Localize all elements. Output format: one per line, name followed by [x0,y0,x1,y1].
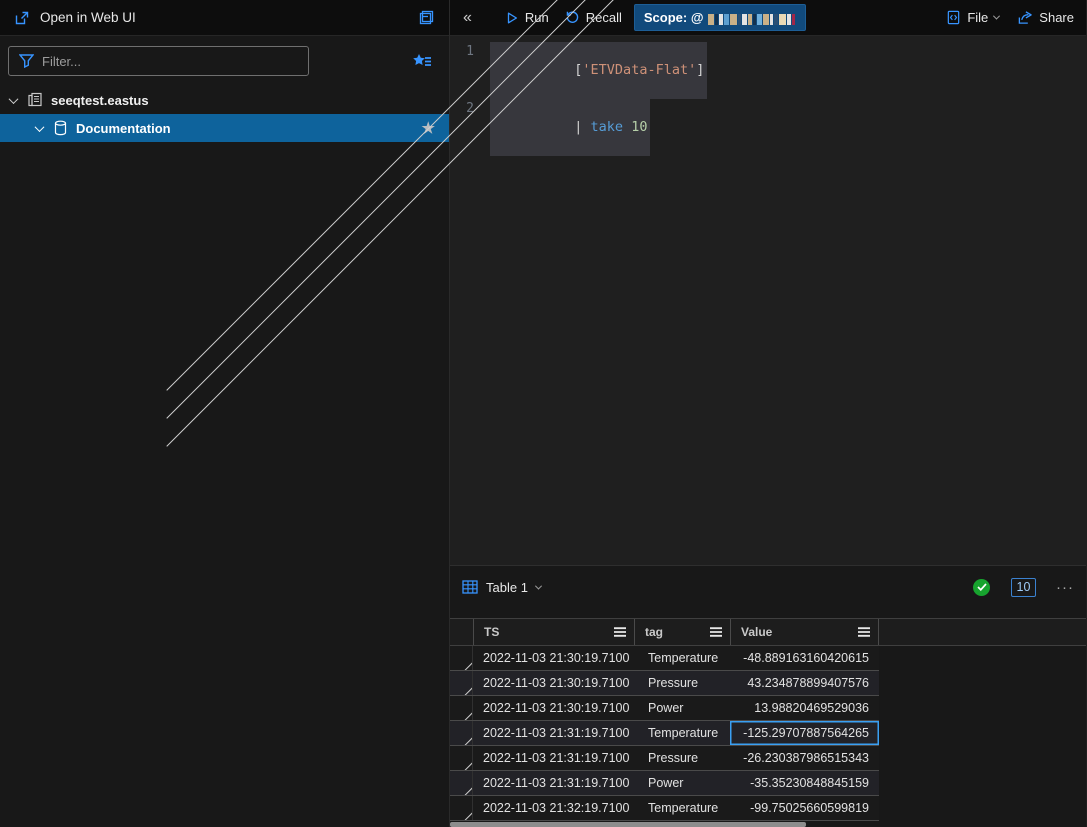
column-header-tag[interactable]: tag [634,619,730,645]
scope-label: Scope: @ [644,10,704,25]
column-menu-icon[interactable] [614,627,626,637]
database-icon [53,120,68,136]
row-expand-chevron[interactable] [450,796,473,820]
chevron-down-icon[interactable] [9,94,19,104]
results-toolbar: Table 1 10 ··· [450,566,1086,608]
row-expand-chevron[interactable] [450,696,473,720]
chevron-down-icon[interactable] [35,122,45,132]
cell-tag[interactable]: Power [634,696,730,720]
cell-tag[interactable]: Pressure [634,671,730,695]
code-token-number: 10 [631,119,647,135]
grid-header-strip: TS tag Value [450,618,1086,646]
row-count-badge: 10 [1011,578,1036,597]
cell-tag[interactable]: Pressure [634,746,730,770]
cell-value[interactable]: 13.98820469529036 [730,696,879,720]
connections-sidebar: Open in Web UI seeqtest.eastus [0,0,450,827]
external-link-icon [14,10,30,26]
table-row[interactable]: 2022-11-03 21:30:19.7100 Power 13.988204… [450,696,879,721]
row-expand-chevron[interactable] [450,771,473,795]
tree-item-cluster[interactable]: seeqtest.eastus [0,86,449,114]
row-expand-chevron[interactable] [450,646,473,670]
horizontal-scrollbar[interactable] [450,822,806,827]
cell-tag[interactable]: Temperature [634,796,730,820]
row-expand-chevron[interactable] [450,671,473,695]
table-icon [462,580,478,594]
table-row[interactable]: 2022-11-03 21:31:19.7100 Temperature -12… [450,721,879,746]
query-editor[interactable]: 1 ['ETVData-Flat'] 2 | take 10 [450,36,1086,565]
cell-ts[interactable]: 2022-11-03 21:30:19.7100 [473,671,634,695]
tree-item-table[interactable]: ETVData-Flat [0,198,449,226]
table-row[interactable]: 2022-11-03 21:32:19.7100 Temperature -99… [450,796,879,821]
cell-ts[interactable]: 2022-11-03 21:30:19.7100 [473,696,634,720]
cell-value-selected[interactable]: -125.29707887564265 [730,721,879,745]
grid-body: 2022-11-03 21:30:19.7100 Temperature -48… [450,646,1086,821]
cluster-label: seeqtest.eastus [51,93,149,108]
cell-ts[interactable]: 2022-11-03 21:32:19.7100 [473,796,634,820]
favorites-filter-icon[interactable] [411,52,433,70]
filter-section [0,36,449,82]
results-panel: Table 1 10 ··· TS [450,565,1086,827]
row-expand-chevron[interactable] [450,721,473,745]
table-row[interactable]: 2022-11-03 21:31:19.7100 Pressure -26.23… [450,746,879,771]
results-grid: TS tag Value [450,618,1086,827]
cell-tag[interactable]: Power [634,771,730,795]
cell-value[interactable]: -99.75025660599819 [730,796,879,820]
cell-ts[interactable]: 2022-11-03 21:31:19.7100 [473,721,634,745]
success-status-icon [973,579,990,596]
file-icon [946,10,961,25]
cell-tag[interactable]: Temperature [634,646,730,670]
share-button[interactable]: Share [1017,10,1074,25]
code-token: | [574,119,590,135]
query-area: « Run Recall Scope: @ File [450,0,1086,827]
cell-value[interactable]: -26.230387986515343 [730,746,879,770]
app-window: Open in Web UI seeqtest.eastus [0,0,1087,827]
cell-tag[interactable]: Temperature [634,721,730,745]
code-token [623,119,631,135]
cell-ts[interactable]: 2022-11-03 21:30:19.7100 [473,646,634,670]
connection-tree: seeqtest.eastus Documentation ★ AreaA [0,86,449,226]
column-menu-icon[interactable] [858,627,870,637]
column-header-value[interactable]: Value [730,619,879,645]
code-token-keyword: take [591,119,624,135]
cell-value[interactable]: -48.889163160420615 [730,646,879,670]
cluster-icon [27,92,43,108]
cell-ts[interactable]: 2022-11-03 21:31:19.7100 [473,746,634,770]
share-icon [1017,10,1033,25]
column-menu-icon[interactable] [710,627,722,637]
cell-ts[interactable]: 2022-11-03 21:31:19.7100 [473,771,634,795]
row-expand-chevron[interactable] [450,746,473,770]
table-selector-label: Table 1 [486,580,528,595]
chevron-down-icon [993,13,1000,20]
table-row[interactable]: 2022-11-03 21:30:19.7100 Pressure 43.234… [450,671,879,696]
chevron-down-icon [535,582,542,589]
more-options-button[interactable]: ··· [1056,579,1074,596]
collapse-sidebar-button[interactable]: « [463,9,472,27]
open-in-web-ui-button[interactable]: Open in Web UI [40,10,136,25]
scope-redacted-value [708,14,796,25]
scope-button[interactable]: Scope: @ [634,4,806,31]
funnel-icon [19,54,34,68]
sidebar-topbar: Open in Web UI [0,0,449,36]
filter-box[interactable] [8,46,309,76]
table-selector[interactable]: Table 1 [462,580,541,595]
database-label: Documentation [76,121,171,136]
file-menu-button[interactable]: File [946,10,999,25]
column-header-ts[interactable]: TS [473,619,634,645]
cell-value[interactable]: 43.234878899407576 [730,671,879,695]
cell-value[interactable]: -35.35230848845159 [730,771,879,795]
toggle-panel-icon[interactable] [418,9,435,26]
code-token: ] [696,62,704,78]
table-row[interactable]: 2022-11-03 21:30:19.7100 Temperature -48… [450,646,879,671]
table-row[interactable]: 2022-11-03 21:31:19.7100 Power -35.35230… [450,771,879,796]
code-token-string: 'ETVData-Flat' [582,62,696,78]
code-line: 2 | take 10 [450,99,1086,156]
expander-column-header [450,619,473,645]
filter-input[interactable] [42,54,282,69]
